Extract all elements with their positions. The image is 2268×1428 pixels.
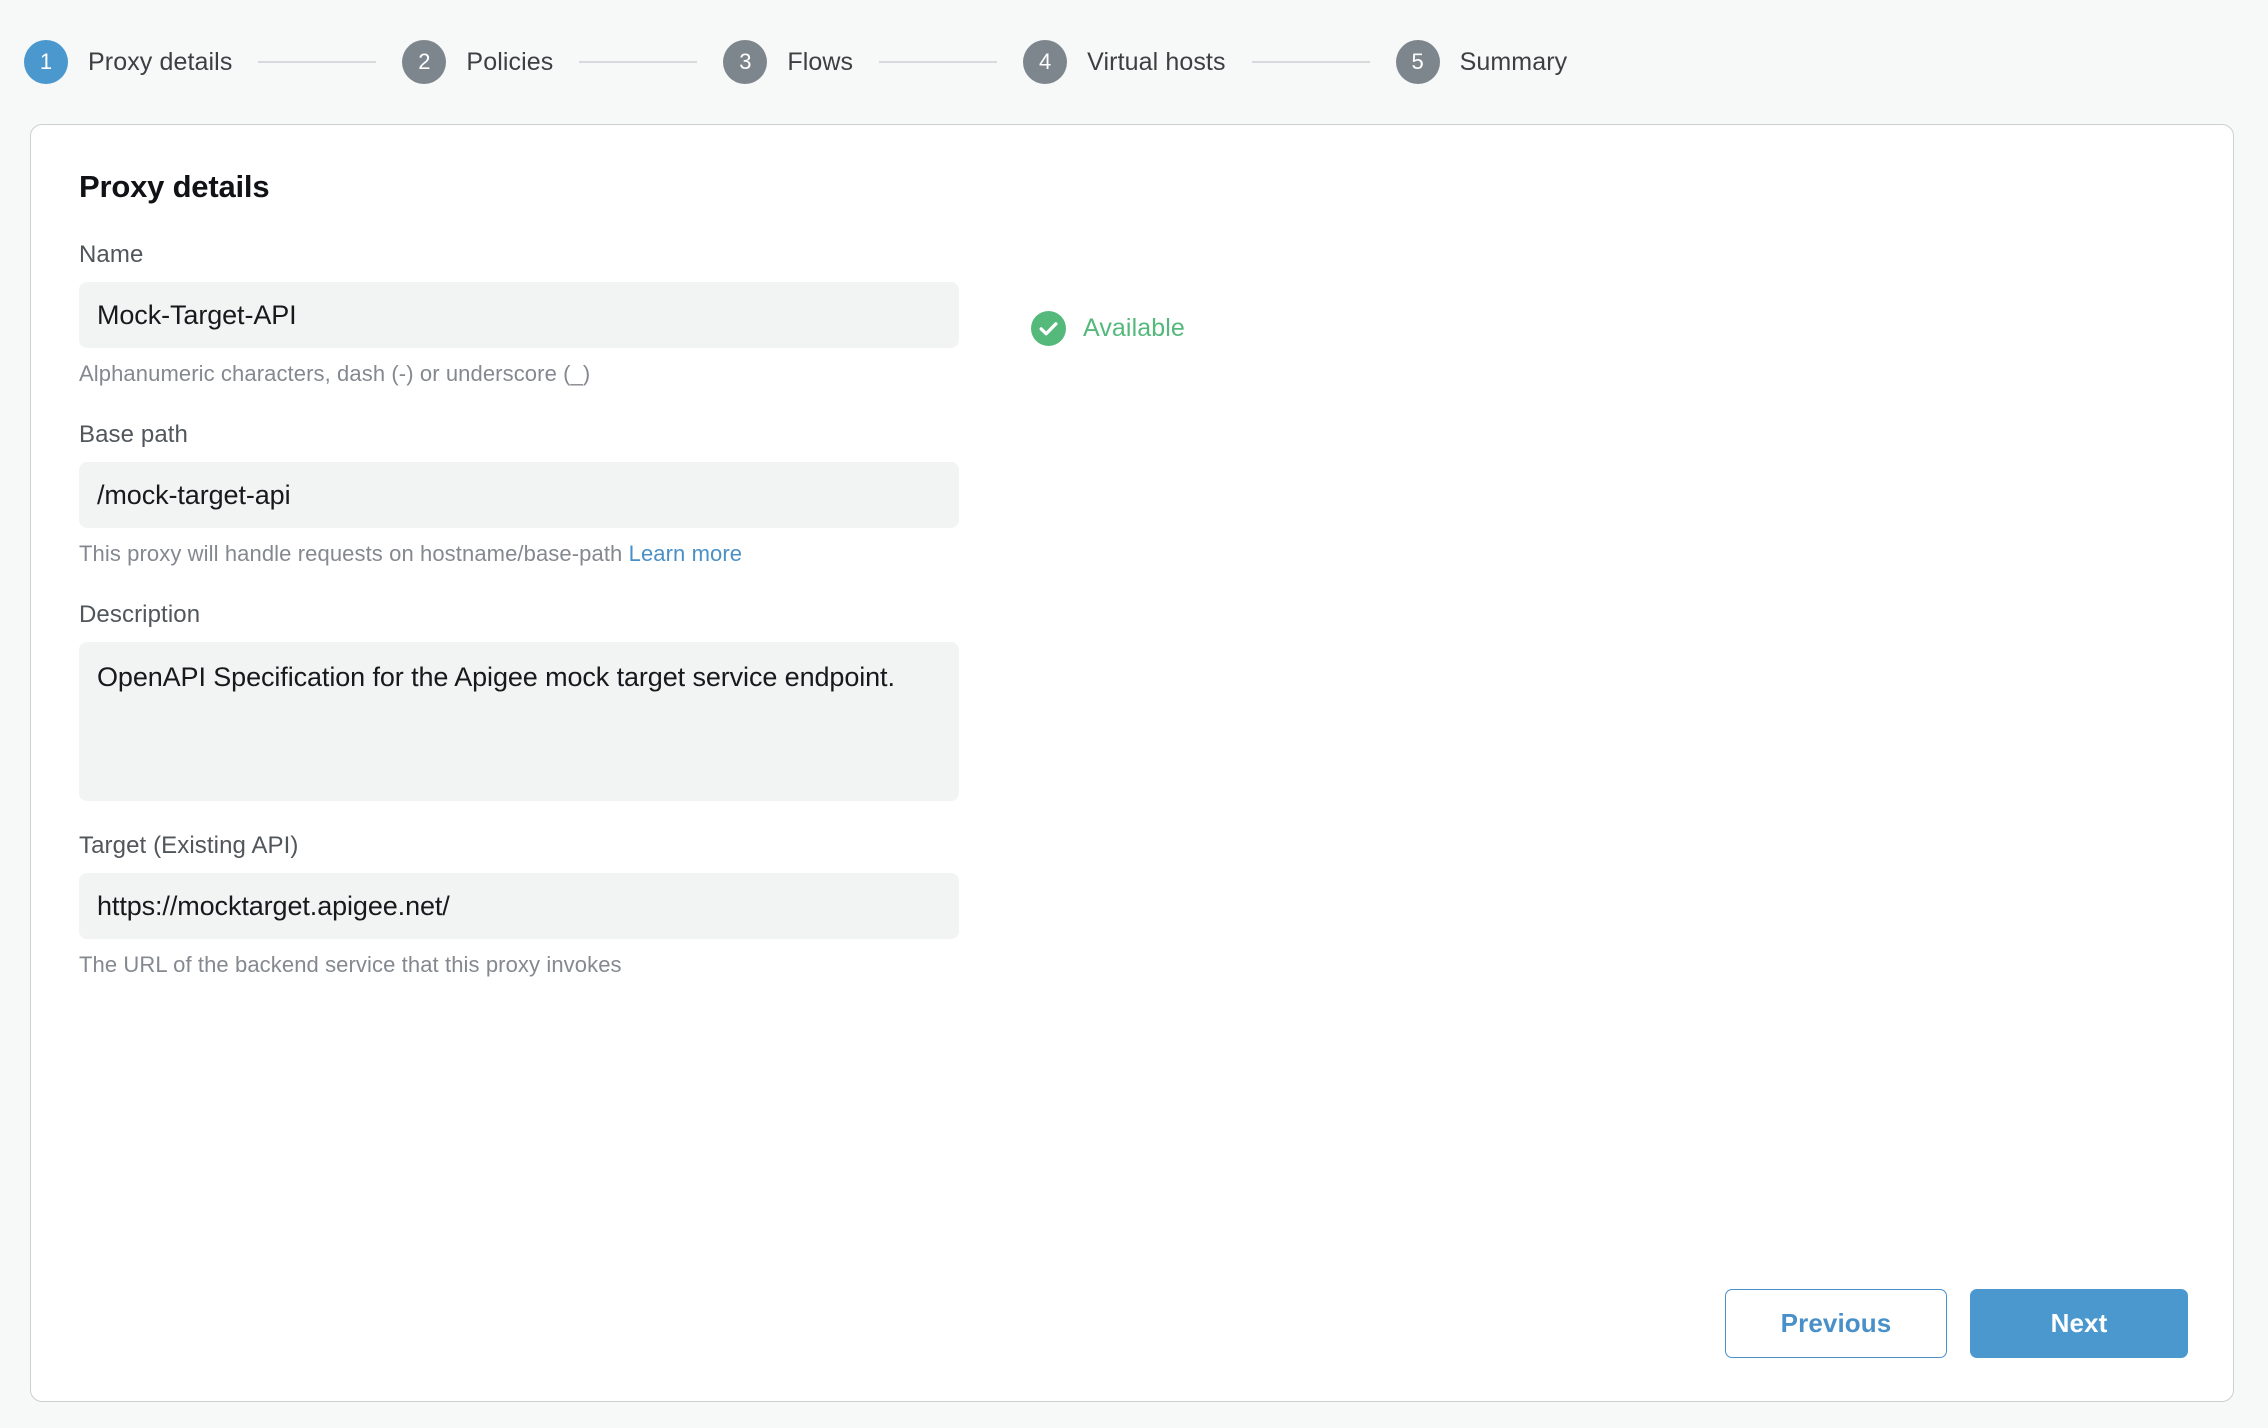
- check-circle-icon: [1031, 311, 1066, 346]
- wizard-stepper: 1 Proxy details 2 Policies 3 Flows 4 Vir…: [0, 0, 2268, 124]
- field-group-description: Description OpenAPI Specification for th…: [79, 601, 2233, 801]
- page-title: Proxy details: [79, 169, 270, 204]
- stepper-step-virtual-hosts[interactable]: 4 Virtual hosts: [1023, 40, 1225, 84]
- base-path-input[interactable]: /mock-target-api: [79, 462, 959, 528]
- step-number-badge: 2: [402, 40, 447, 84]
- stepper-step-proxy-details[interactable]: 1 Proxy details: [24, 40, 232, 84]
- next-button[interactable]: Next: [1970, 1289, 2188, 1358]
- proxy-details-card: Proxy details Name Mock-Target-API Alpha…: [30, 124, 2234, 1402]
- target-field-label: Target (Existing API): [79, 832, 299, 859]
- step-label: Policies: [466, 47, 554, 76]
- stepper-step-flows[interactable]: 3 Flows: [723, 40, 853, 84]
- field-group-base-path: Base path /mock-target-api This proxy wi…: [79, 421, 2233, 567]
- learn-more-link[interactable]: Learn more: [629, 541, 743, 566]
- description-field-label: Description: [79, 601, 201, 628]
- name-field-hint: Alphanumeric characters, dash (-) or und…: [79, 361, 591, 386]
- stepper-step-summary[interactable]: 5 Summary: [1395, 40, 1568, 84]
- status-badge: Available: [1031, 311, 1185, 346]
- step-number-badge: 5: [1395, 40, 1440, 84]
- step-connector: [258, 61, 377, 63]
- availability-label: Available: [1083, 314, 1185, 342]
- previous-button[interactable]: Previous: [1725, 1289, 1947, 1358]
- base-path-hint-text: This proxy will handle requests on hostn…: [79, 541, 623, 566]
- step-number-badge: 4: [1023, 40, 1068, 84]
- step-connector: [1251, 61, 1370, 63]
- step-label: Virtual hosts: [1087, 47, 1226, 76]
- name-field-label: Name: [79, 241, 144, 268]
- base-path-field-hint: This proxy will handle requests on hostn…: [79, 541, 2233, 567]
- step-label: Proxy details: [88, 47, 233, 76]
- target-input[interactable]: https://mocktarget.apigee.net/: [79, 873, 959, 939]
- step-connector: [579, 61, 698, 63]
- step-number-badge: 1: [24, 40, 68, 84]
- base-path-field-label: Base path: [79, 421, 188, 448]
- step-connector: [879, 61, 998, 63]
- stepper-step-policies[interactable]: 2 Policies: [402, 40, 553, 84]
- card-footer: Previous Next: [1725, 1289, 2188, 1358]
- description-textarea[interactable]: OpenAPI Specification for the Apigee moc…: [79, 642, 959, 801]
- field-group-target: Target (Existing API) https://mocktarget…: [79, 832, 2233, 978]
- target-field-hint: The URL of the backend service that this…: [79, 952, 622, 977]
- step-label: Flows: [787, 47, 854, 76]
- step-label: Summary: [1459, 47, 1568, 76]
- step-number-badge: 3: [723, 40, 768, 84]
- name-input[interactable]: Mock-Target-API: [79, 282, 959, 348]
